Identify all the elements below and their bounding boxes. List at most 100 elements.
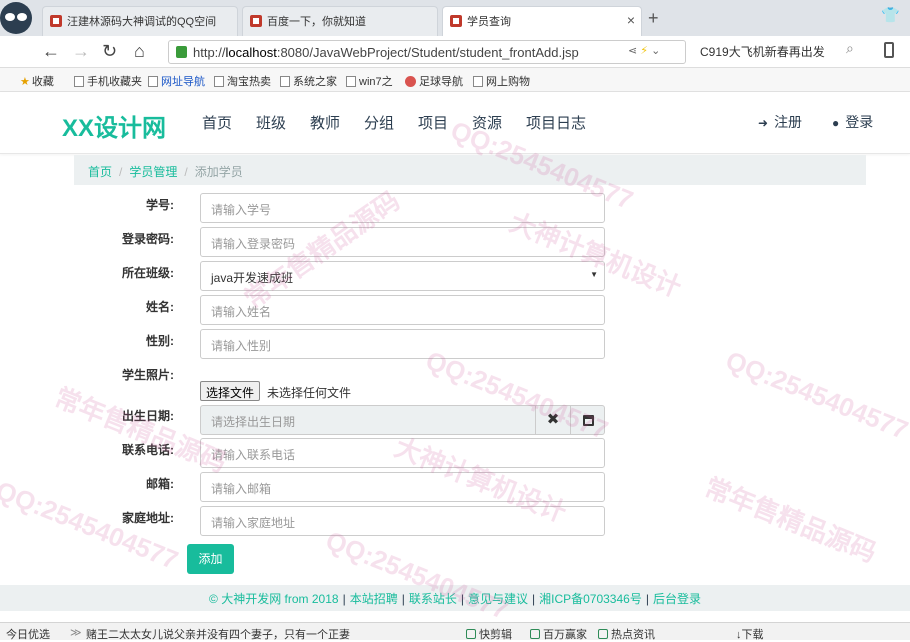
label-name: 姓名: xyxy=(146,300,174,314)
class-select-value: java开发速成班 xyxy=(211,271,294,285)
footer-jobs-link[interactable]: 本站招聘 xyxy=(350,592,398,606)
url-input[interactable]: http://localhost:8080/JavaWebProject/Stu… xyxy=(168,40,686,64)
site-brand[interactable]: XX设计网 xyxy=(62,108,166,143)
scissors-icon xyxy=(466,629,476,639)
share-icon[interactable]: ⋖ xyxy=(628,45,637,57)
nav-project-log[interactable]: 项目日志 xyxy=(526,112,586,133)
bookmark-mobile-favorites[interactable]: 手机收藏夹 xyxy=(74,73,142,89)
url-prefix: http:// xyxy=(193,45,226,60)
label-email: 邮箱: xyxy=(146,477,174,491)
footer-copyright[interactable]: © 大神开发网 from 2018 xyxy=(209,592,339,606)
caret-down-icon: ▼ xyxy=(590,270,598,279)
label-password: 登录密码: xyxy=(122,232,174,246)
browser-logo-icon xyxy=(0,2,32,34)
phone-input[interactable]: 请输入联系电话 xyxy=(200,438,605,468)
choose-file-button[interactable]: 选择文件 xyxy=(200,381,261,401)
footer-admin-link[interactable]: 后台登录 xyxy=(653,592,701,606)
site-navbar: XX设计网 首页 班级 教师 分组 项目 资源 项目日志 ➜ 注册 ● 登录 xyxy=(0,92,910,154)
breadcrumb-current: 添加学员 xyxy=(194,165,243,179)
label-student-number: 学号: xyxy=(146,198,174,212)
page-favicon-icon xyxy=(50,15,62,27)
file-status-text: 未选择任何文件 xyxy=(267,386,352,400)
window-controls: 👕 xyxy=(867,6,900,24)
shirt-icon[interactable]: 👕 xyxy=(881,7,900,24)
password-input[interactable]: 请输入登录密码 xyxy=(200,227,605,257)
label-class: 所在班级: xyxy=(122,266,174,280)
tab-title: 汪建林源码大神调试的QQ空间 xyxy=(67,16,217,28)
page-icon xyxy=(214,76,224,87)
breadcrumb-home[interactable]: 首页 xyxy=(88,165,112,179)
back-arrow-icon[interactable]: ← xyxy=(42,41,60,62)
url-host: localhost xyxy=(225,45,277,60)
star-icon: ★ xyxy=(20,76,30,88)
nav-group[interactable]: 分组 xyxy=(364,112,394,133)
double-chevron-icon: ≫ xyxy=(70,627,82,639)
page-icon xyxy=(148,76,158,87)
tab-title: 学员查询 xyxy=(467,16,511,28)
bookmark-system-home[interactable]: 系统之家 xyxy=(280,73,337,89)
register-link[interactable]: ➜ 注册 xyxy=(758,112,802,132)
watermark: QQ:2545404577 xyxy=(721,344,910,446)
page-icon xyxy=(74,76,84,87)
search-hint-text[interactable]: C919大飞机新春再出发 xyxy=(700,43,825,60)
calendar-icon[interactable] xyxy=(570,405,605,435)
page-icon xyxy=(346,76,356,87)
page-icon xyxy=(280,76,290,87)
lightning-icon[interactable]: ⚡ xyxy=(640,45,648,57)
label-photo: 学生照片: xyxy=(122,368,174,382)
user-icon: ● xyxy=(832,116,840,130)
football-icon xyxy=(405,76,416,87)
tab-title: 百度一下，你就知道 xyxy=(267,16,366,28)
footer-contact-link[interactable]: 联系站长 xyxy=(409,592,457,606)
birthday-picker: 请选择出生日期 ✖ xyxy=(200,405,605,435)
class-select[interactable]: java开发速成班 ▼ xyxy=(200,261,605,291)
bookmark-taobao[interactable]: 淘宝热卖 xyxy=(214,73,271,89)
bookmark-football[interactable]: 足球导航 xyxy=(405,73,463,89)
page-favicon-icon xyxy=(450,15,462,27)
nav-project[interactable]: 项目 xyxy=(418,112,448,133)
gender-input[interactable]: 请输入性别 xyxy=(200,329,605,359)
reload-icon[interactable]: ↻ xyxy=(102,41,117,62)
login-link[interactable]: ● 登录 xyxy=(832,112,873,132)
chevron-down-icon[interactable]: ⌄ xyxy=(651,45,660,57)
nav-teacher[interactable]: 教师 xyxy=(310,112,340,133)
name-input[interactable]: 请输入姓名 xyxy=(200,295,605,325)
new-tab-button[interactable]: + xyxy=(648,8,659,29)
breadcrumb-student-manage[interactable]: 学员管理 xyxy=(129,165,177,179)
footer-icp-link[interactable]: 湘ICP备0703346号 xyxy=(539,592,642,606)
coin-icon xyxy=(530,629,540,639)
page-icon xyxy=(473,76,483,87)
nav-resource[interactable]: 资源 xyxy=(472,112,502,133)
bookmark-win7[interactable]: win7之 xyxy=(346,73,393,89)
email-input[interactable]: 请输入邮箱 xyxy=(200,472,605,502)
home-icon[interactable]: ⌂ xyxy=(134,41,145,62)
label-phone: 联系电话: xyxy=(122,443,174,457)
nav-home[interactable]: 首页 xyxy=(202,112,232,133)
search-icon[interactable]: ⌕ xyxy=(846,40,854,57)
browser-status-bar: 今日优选 ≫ 赌王二太太女儿说父亲并没有四个妻子，只有一个正妻 快剪辑 百万赢家… xyxy=(0,622,910,641)
page-favicon-icon xyxy=(250,15,262,27)
watermark: 常年售精品源码 xyxy=(700,471,881,568)
birthday-input[interactable]: 请选择出生日期 xyxy=(200,405,536,435)
label-address: 家庭地址: xyxy=(122,511,174,525)
student-number-input[interactable]: 请输入学号 xyxy=(200,193,605,223)
shield-icon xyxy=(176,46,187,58)
footer-feedback-link[interactable]: 意见与建议 xyxy=(468,592,528,606)
browser-tab-baidu[interactable]: 百度一下，你就知道 xyxy=(242,6,438,36)
clear-date-button[interactable]: ✖ xyxy=(535,405,571,435)
forward-arrow-icon[interactable]: → xyxy=(72,41,90,62)
browser-tab-student-query[interactable]: 学员查询 × xyxy=(442,6,642,36)
bookmark-shopping[interactable]: 网上购物 xyxy=(473,73,530,89)
bookmark-favorites[interactable]: ★ 收藏 xyxy=(20,73,54,89)
tab-close-icon[interactable]: × xyxy=(627,12,635,28)
url-path: :8080/JavaWebProject/Student/student_fro… xyxy=(276,45,579,60)
nav-class[interactable]: 班级 xyxy=(256,112,286,133)
sign-in-icon: ➜ xyxy=(758,116,769,130)
bookmark-url-nav[interactable]: 网址导航 xyxy=(148,73,205,89)
browser-tab-qq-space[interactable]: 汪建林源码大神调试的QQ空间 xyxy=(42,6,238,36)
add-button[interactable]: 添加 xyxy=(187,544,234,574)
site-footer: © 大神开发网 from 2018 | 本站招聘 | 联系站长 | 意见与建议 | 湘ICP备0… xyxy=(0,585,910,611)
phone-icon[interactable] xyxy=(884,42,894,58)
label-birthday: 出生日期: xyxy=(122,409,174,423)
address-input[interactable]: 请输入家庭地址 xyxy=(200,506,605,536)
